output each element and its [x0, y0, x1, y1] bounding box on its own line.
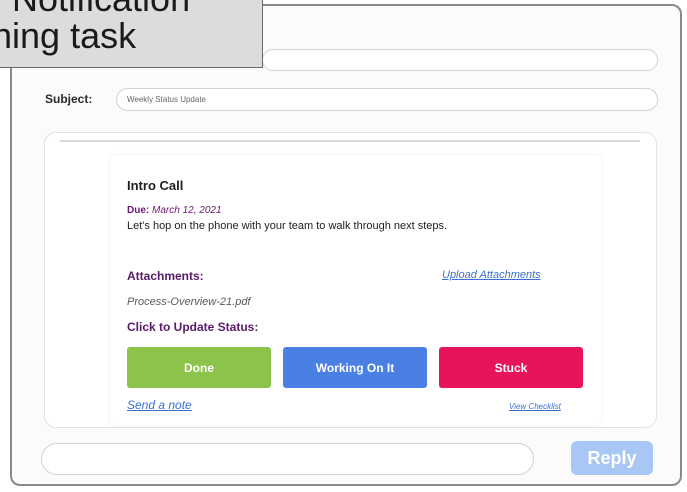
caption-overlay: Notification ning task [0, 0, 263, 68]
attachments-label: Attachments: [127, 269, 204, 283]
due-date: March 12, 2021 [152, 205, 222, 216]
to-field[interactable] [262, 49, 658, 71]
update-status-label: Click to Update Status: [127, 320, 259, 334]
view-checklist-link[interactable]: View Checklist [509, 402, 561, 411]
stuck-button[interactable]: Stuck [439, 347, 583, 388]
due-row: Due: March 12, 2021 [127, 205, 222, 216]
subject-label: Subject: [45, 92, 93, 106]
working-on-it-button[interactable]: Working On It [283, 347, 427, 388]
due-label: Due: [127, 205, 150, 216]
reply-input[interactable] [41, 443, 534, 475]
task-description: Let's hop on the phone with your team to… [127, 220, 448, 232]
body-divider [60, 140, 640, 142]
upload-attachments-link[interactable]: Upload Attachments [442, 269, 541, 281]
send-note-link[interactable]: Send a note [127, 398, 192, 412]
caption-line-2: ning task [0, 15, 137, 56]
email-compose-screen: Subject: Weekly Status Update Intro Call… [0, 0, 687, 492]
reply-button[interactable]: Reply [571, 441, 653, 475]
attachment-file-link[interactable]: Process-Overview-21.pdf [127, 296, 251, 308]
done-button[interactable]: Done [127, 347, 271, 388]
subject-field[interactable]: Weekly Status Update [116, 88, 658, 111]
task-title: Intro Call [127, 178, 184, 193]
